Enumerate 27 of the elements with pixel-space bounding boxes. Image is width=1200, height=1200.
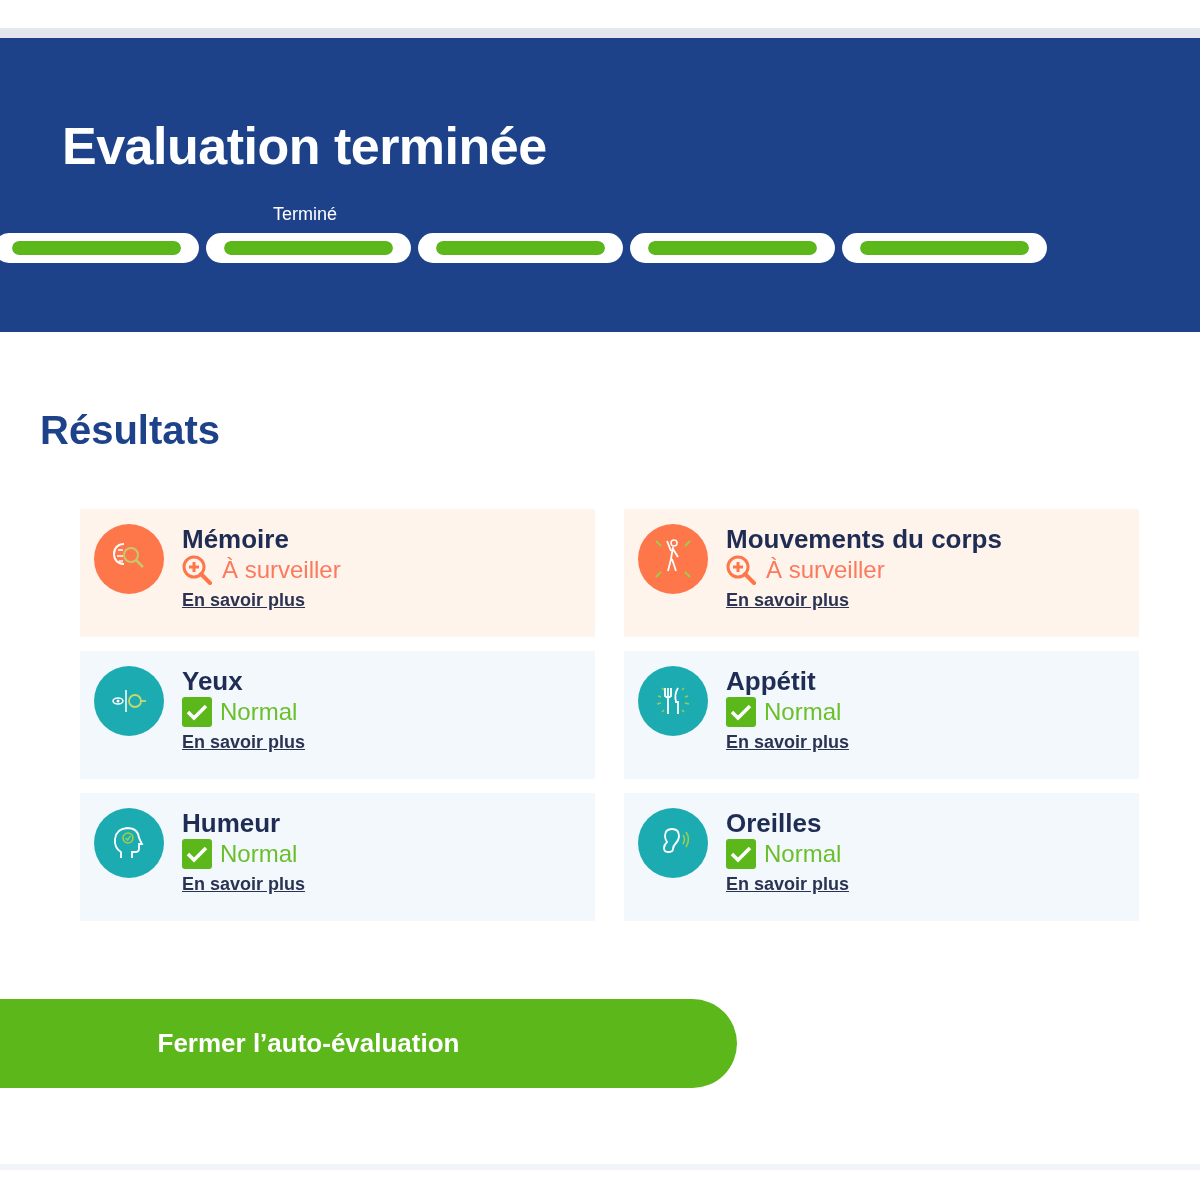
fork-knife-icon: [638, 666, 708, 736]
result-title: Mémoire: [182, 524, 290, 554]
result-title: Mouvements du corps: [726, 524, 1002, 554]
status-label: Normal: [220, 839, 298, 869]
eye-glasses-icon: [94, 666, 164, 736]
learn-more-link[interactable]: En savoir plus: [726, 874, 850, 895]
learn-more-link[interactable]: En savoir plus: [182, 732, 306, 753]
learn-more-link[interactable]: En savoir plus: [182, 590, 306, 611]
result-title: Humeur: [182, 808, 282, 838]
status-label: Normal: [764, 839, 842, 869]
learn-more-link[interactable]: En savoir plus: [182, 874, 306, 895]
result-title: Appétit: [726, 666, 817, 696]
learn-more-link[interactable]: En savoir plus: [726, 732, 850, 753]
result-title: Oreilles: [726, 808, 823, 838]
brain-magnifier-icon: [94, 524, 164, 594]
status-label: Normal: [764, 697, 842, 727]
status-label: À surveiller: [766, 555, 885, 585]
section-heading: Résultats: [40, 407, 222, 454]
status-label: À surveiller: [222, 555, 341, 585]
progress-label: Terminé: [273, 204, 338, 225]
ear-icon: [638, 808, 708, 878]
result-title: Yeux: [182, 666, 244, 696]
learn-more-link[interactable]: En savoir plus: [726, 590, 850, 611]
page-title: Evaluation terminée: [62, 118, 548, 174]
head-check-icon: [94, 808, 164, 878]
stretching-figure-icon: [638, 524, 708, 594]
status-label: Normal: [220, 697, 298, 727]
